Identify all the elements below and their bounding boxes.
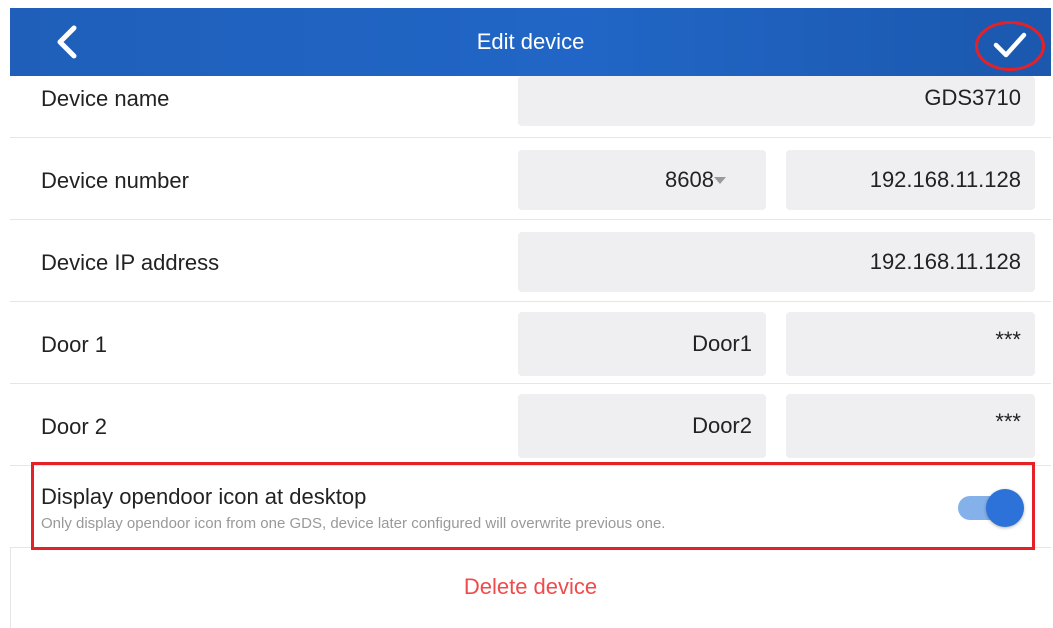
device-number-select[interactable]: 8608 [518,150,766,210]
opendoor-option-title: Display opendoor icon at desktop [41,484,367,509]
opendoor-toggle[interactable] [958,487,1026,529]
confirm-button[interactable] [972,18,1048,72]
door2-name-value: Door2 [692,413,752,438]
chevron-down-icon [714,177,726,184]
opendoor-option-description: Only display opendoor icon from one GDS,… [41,515,666,532]
door1-name-field[interactable]: Door1 [518,312,766,376]
door1-label: Door 1 [41,332,108,357]
toggle-knob [986,489,1024,527]
check-icon [993,32,1027,58]
device-ip-value: 192.168.11.128 [869,249,1021,274]
door2-row: Door 2 Door2 *** [10,384,1051,466]
device-ip-label: Device IP address [41,250,220,275]
device-number-label: Device number [41,168,189,193]
device-number-ip-value: 192.168.11.128 [869,167,1021,192]
door2-name-field[interactable]: Door2 [518,394,766,458]
page-title: Edit device [476,29,585,54]
device-name-label: Device name [41,86,170,111]
door1-name-value: Door1 [692,331,752,356]
device-number-value: 8608 [665,167,714,192]
device-ip-row: Device IP address 192.168.11.128 [10,220,1051,302]
device-name-row: Device name GDS3710 [10,76,1051,138]
app-header: Edit device [10,8,1051,76]
device-ip-field[interactable]: 192.168.11.128 [518,232,1035,292]
device-name-field[interactable]: GDS3710 [518,76,1035,126]
door2-password-field[interactable]: *** [786,394,1035,458]
delete-device-button[interactable]: Delete device [10,574,1051,600]
door1-password-field[interactable]: *** [786,312,1035,376]
door1-password-value: *** [995,327,1021,352]
device-name-value: GDS3710 [924,85,1021,110]
door2-password-value: *** [995,409,1021,434]
door1-row: Door 1 Door1 *** [10,302,1051,384]
device-number-ip-field[interactable]: 192.168.11.128 [786,150,1035,210]
device-number-row: Device number 8608 192.168.11.128 [10,138,1051,220]
door2-label: Door 2 [41,414,108,439]
